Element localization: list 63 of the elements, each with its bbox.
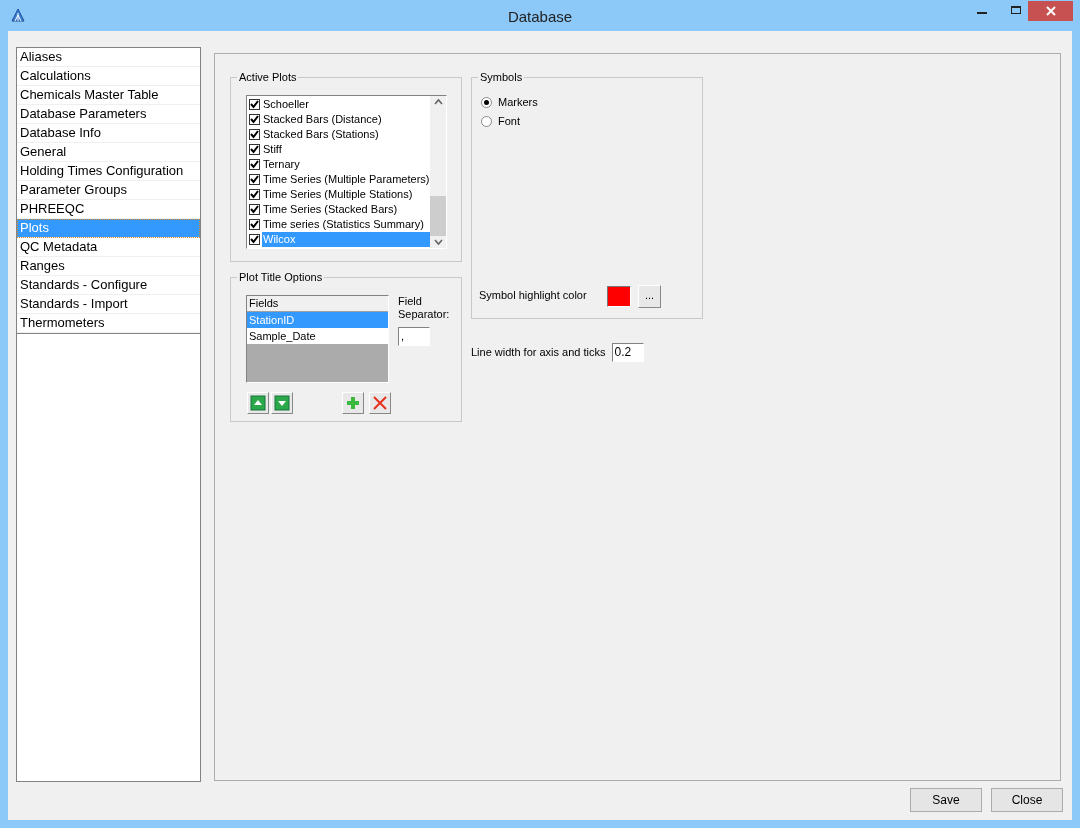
separator-field[interactable]: , (398, 327, 430, 346)
move-down-button[interactable] (271, 392, 293, 414)
checkbox[interactable] (249, 129, 260, 140)
group-title: Active Plots (237, 70, 299, 84)
arrow-up-icon (250, 395, 266, 411)
highlight-color-label: Symbol highlight color (479, 288, 587, 302)
checkbox[interactable] (249, 204, 260, 215)
sidebar-item[interactable]: General (17, 143, 200, 162)
plot-item[interactable]: Time series (Statistics Summary) (262, 217, 430, 232)
checkbox[interactable] (249, 174, 260, 185)
group-title: Symbols (478, 70, 525, 84)
add-button[interactable] (342, 392, 364, 414)
sidebar-item[interactable]: Thermometers (17, 314, 200, 333)
plot-item[interactable]: Schoeller (262, 97, 430, 112)
app-logo-icon (11, 8, 25, 22)
close-button[interactable] (1028, 1, 1073, 21)
checkbox[interactable] (249, 99, 260, 110)
sidebar-item[interactable]: Database Parameters (17, 105, 200, 124)
sidebar-item[interactable]: Ranges (17, 257, 200, 276)
plot-item[interactable]: Time Series (Multiple Parameters) (262, 172, 430, 187)
column-header: Fields (247, 296, 388, 312)
color-picker-button[interactable]: ... (638, 285, 661, 308)
scrollbar[interactable] (430, 96, 446, 248)
checkbox[interactable] (249, 219, 260, 230)
radio-button[interactable] (481, 115, 492, 127)
plot-item[interactable]: Stiff (262, 142, 430, 157)
sidebar-item[interactable]: Calculations (17, 67, 200, 86)
field-row[interactable]: Sample_Date (247, 328, 388, 344)
close-icon (1045, 6, 1056, 16)
arrow-down-icon (274, 395, 290, 411)
plot-item[interactable]: Stacked Bars (Stations) (262, 127, 430, 142)
radio-button[interactable] (481, 96, 492, 108)
sidebar-item[interactable]: Parameter Groups (17, 181, 200, 200)
checkbox[interactable] (249, 144, 260, 155)
cross-icon (372, 395, 388, 411)
separator-label: Field Separator: (398, 295, 451, 321)
checkbox[interactable] (249, 114, 260, 125)
group-title: Plot Title Options (237, 270, 325, 284)
radio-label: Font (498, 114, 520, 128)
radio-label: Markers (498, 95, 538, 109)
sidebar-item[interactable]: QC Metadata (17, 238, 200, 257)
color-swatch[interactable] (607, 286, 631, 307)
line-width-field[interactable]: 0.2 (611, 343, 644, 362)
sidebar-item[interactable]: Aliases (17, 48, 200, 67)
checkbox[interactable] (249, 159, 260, 170)
window-title: Database (507, 7, 573, 27)
plot-item[interactable]: Time Series (Stacked Bars) (262, 202, 430, 217)
plot-item[interactable]: Time Series (Multiple Stations) (262, 187, 430, 202)
line-width-label: Line width for axis and ticks (471, 345, 606, 361)
plus-icon (345, 395, 361, 411)
sidebar-item[interactable]: Database Info (17, 124, 200, 143)
delete-button[interactable] (369, 392, 391, 414)
sidebar-item[interactable]: Standards - Configure (17, 276, 200, 295)
move-up-button[interactable] (247, 392, 269, 414)
dialog-button[interactable]: Save (910, 788, 982, 812)
sidebar-item[interactable]: Chemicals Master Table (17, 86, 200, 105)
plot-item[interactable]: Ternary (262, 157, 430, 172)
sidebar-item[interactable]: Standards - Import (17, 295, 200, 314)
checkbox[interactable] (249, 189, 260, 200)
plot-item[interactable]: Stacked Bars (Distance) (262, 112, 430, 127)
checkbox[interactable] (249, 234, 260, 245)
sidebar-item[interactable]: Holding Times Configuration (17, 162, 200, 181)
dialog-button[interactable]: Close (991, 788, 1063, 812)
